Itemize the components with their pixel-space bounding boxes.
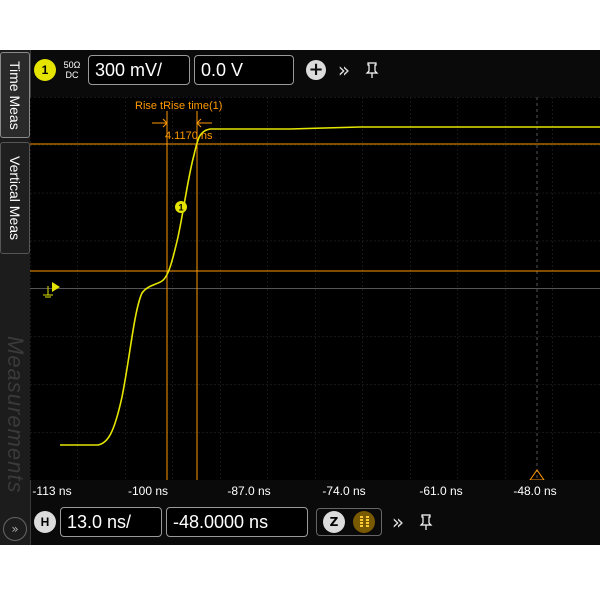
time-scale-field[interactable]: 13.0 ns/	[60, 507, 162, 537]
timebase-tools: Z	[316, 508, 382, 536]
vertical-offset-field[interactable]: 0.0 V	[194, 55, 294, 85]
pin-icon[interactable]	[360, 58, 384, 82]
coupling-indicator: 50Ω DC	[60, 60, 84, 80]
coupling-label: DC	[65, 70, 79, 80]
horizontal-badge[interactable]: H	[34, 511, 56, 533]
vertical-scale-field[interactable]: 300 mV/	[88, 55, 190, 85]
zoom-button[interactable]: Z	[321, 509, 347, 535]
timebase-bar: H 13.0 ns/ -48.0000 ns Z »	[34, 505, 438, 539]
impedance-label: 50Ω	[63, 60, 81, 70]
time-tick-label: -87.0 ns	[227, 484, 271, 498]
double-chevron-right-icon[interactable]: »	[332, 58, 356, 82]
side-tab-rail: Time Meas Vertical Meas Measurements »	[0, 50, 31, 545]
measurement-label: Rise tRise time(1)	[135, 100, 222, 112]
trace-marker-label: 1	[178, 203, 183, 213]
scope-window: Time Meas Vertical Meas Measurements » 1…	[0, 50, 600, 545]
tab-vertical-meas-label: Vertical Meas	[7, 155, 23, 241]
tab-vertical-meas[interactable]: Vertical Meas	[0, 142, 30, 254]
time-axis-labels: -113 ns -100 ns -87.0 ns -74.0 ns -61.0 …	[30, 480, 600, 502]
time-tick-label: -61.0 ns	[419, 484, 463, 498]
tab-measurements-label: Measurements	[3, 336, 28, 494]
zoom-icon: Z	[323, 511, 345, 533]
time-tick-label: -48.0 ns	[513, 484, 557, 498]
waveform-svg: Rise tRise time(1) 4.1170 ns 1	[30, 97, 600, 480]
add-channel-button[interactable]: +	[304, 58, 328, 82]
time-tick-label: -100 ns	[127, 484, 169, 498]
pause-icon	[353, 511, 375, 533]
plus-circle-icon: +	[306, 60, 326, 80]
channel-1-badge[interactable]: 1	[34, 59, 56, 81]
tab-time-meas[interactable]: Time Meas	[0, 52, 30, 138]
tab-measurements[interactable]: Measurements	[0, 320, 30, 510]
double-chevron-right-icon[interactable]: »	[386, 510, 410, 534]
pause-button[interactable]	[351, 509, 377, 535]
time-tick-label: -113 ns	[32, 484, 72, 498]
channel-bar: 1 50Ω DC 300 mV/ 0.0 V + »	[34, 54, 384, 86]
pin-icon[interactable]	[414, 510, 438, 534]
time-tick-label: -74.0 ns	[322, 484, 366, 498]
waveform-plot[interactable]: Rise tRise time(1) 4.1170 ns 1	[30, 97, 600, 480]
time-position-field[interactable]: -48.0000 ns	[166, 507, 308, 537]
measurement-value: 4.1170 ns	[165, 130, 213, 142]
chevron-right-circle-icon[interactable]: »	[3, 517, 27, 541]
tab-time-meas-label: Time Meas	[7, 60, 23, 130]
